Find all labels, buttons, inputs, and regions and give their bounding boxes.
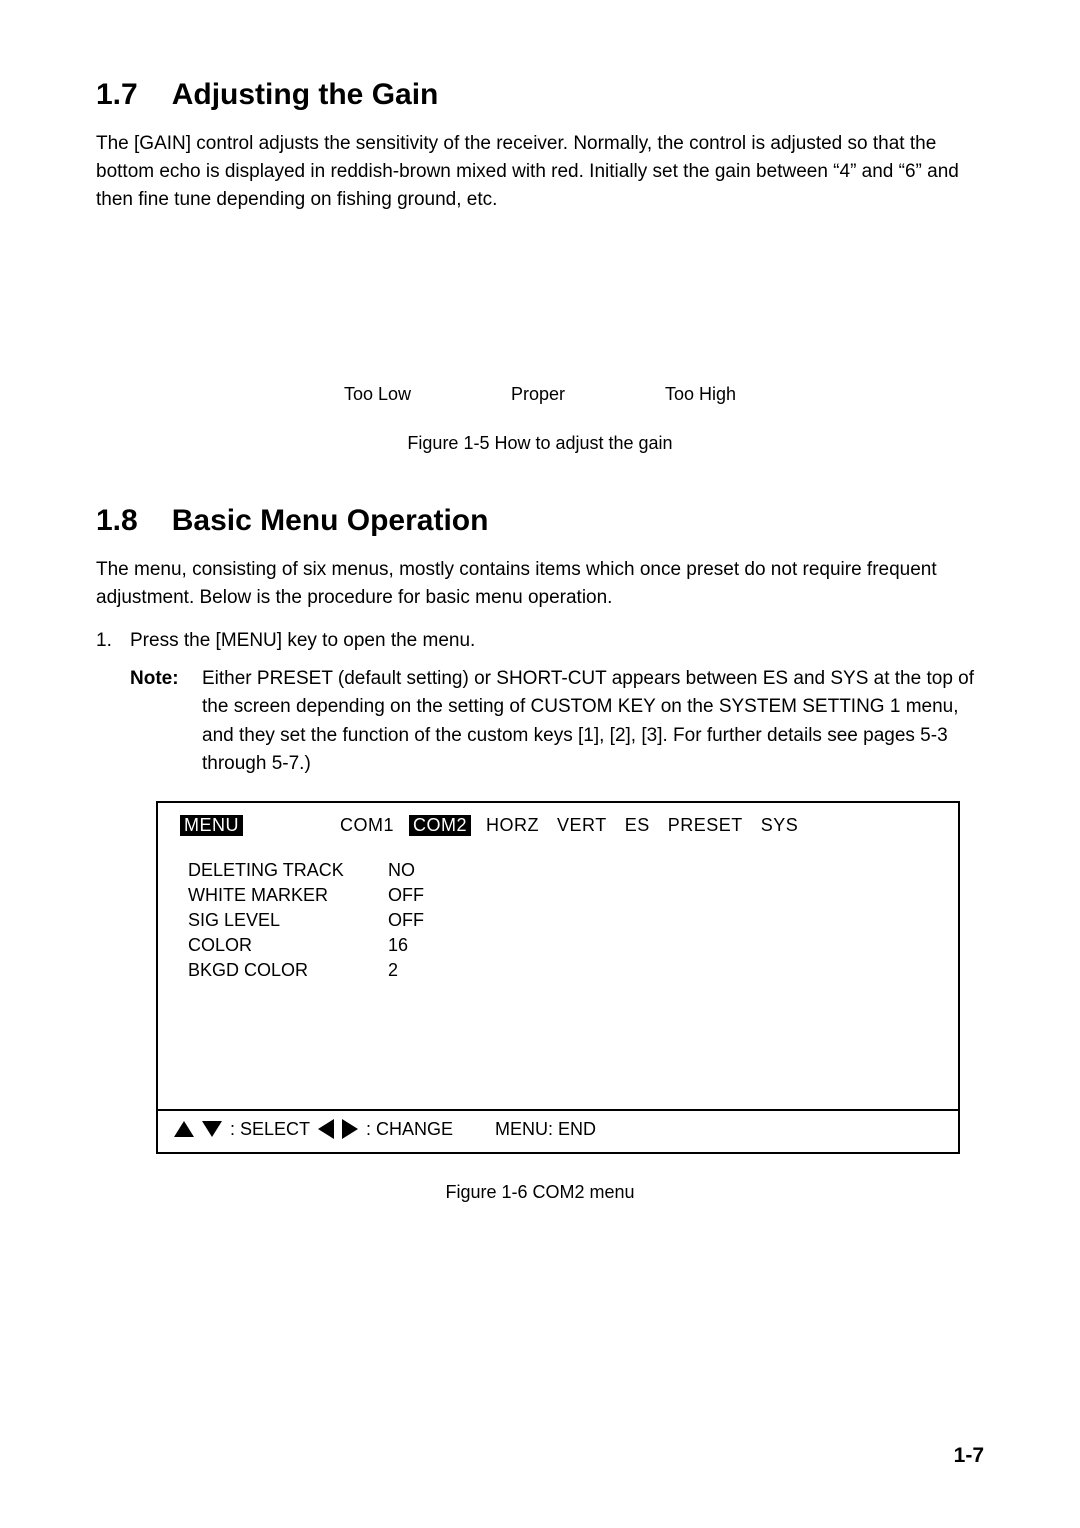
menu-row-val: NO xyxy=(388,860,468,881)
page: 1.7 Adjusting the Gain The [GAIN] contro… xyxy=(0,0,1080,1528)
menu-row: BKGD COLOR 2 xyxy=(188,960,940,981)
menu-row-val: OFF xyxy=(388,885,468,906)
section-1-8-paragraph: The menu, consisting of six menus, mostl… xyxy=(96,556,984,612)
footer-change: : CHANGE xyxy=(366,1119,453,1140)
menu-tab-sys: SYS xyxy=(758,815,802,836)
menu-tab-menu: MENU xyxy=(180,815,243,836)
menu-row: COLOR 16 xyxy=(188,935,940,956)
arrow-up-icon xyxy=(174,1121,194,1137)
menu-row-key: COLOR xyxy=(188,935,388,956)
menu-row: SIG LEVEL OFF xyxy=(188,910,940,931)
menu-row-key: DELETING TRACK xyxy=(188,860,388,881)
arrow-right-icon xyxy=(342,1119,358,1139)
menu-tab-vert: VERT xyxy=(554,815,610,836)
menu-row-val: 16 xyxy=(388,935,468,956)
menu-row-key: BKGD COLOR xyxy=(188,960,388,981)
note-label: Note: xyxy=(130,665,202,779)
menu-settings-list: DELETING TRACK NO WHITE MARKER OFF SIG L… xyxy=(180,860,940,1095)
menu-tab-com1: COM1 xyxy=(337,815,397,836)
gain-label-high: Too High xyxy=(665,384,736,405)
section-title: Basic Menu Operation xyxy=(172,504,489,538)
menu-tab-es: ES xyxy=(622,815,653,836)
menu-row-key: WHITE MARKER xyxy=(188,885,388,906)
page-number: 1-7 xyxy=(954,1444,984,1468)
menu-row: DELETING TRACK NO xyxy=(188,860,940,881)
menu-row: WHITE MARKER OFF xyxy=(188,885,940,906)
gain-label-proper: Proper xyxy=(511,384,565,405)
figure-1-6-caption: Figure 1-6 COM2 menu xyxy=(96,1182,984,1203)
section-title: Adjusting the Gain xyxy=(172,78,439,112)
note-text: Either PRESET (default setting) or SHORT… xyxy=(202,665,984,779)
menu-row-val: OFF xyxy=(388,910,468,931)
menu-tab-horz: HORZ xyxy=(483,815,542,836)
step-number: 1. xyxy=(96,627,130,655)
menu-row-val: 2 xyxy=(388,960,468,981)
arrow-left-icon xyxy=(318,1119,334,1139)
gain-label-low: Too Low xyxy=(344,384,411,405)
figure-1-5-caption: Figure 1-5 How to adjust the gain xyxy=(96,433,984,454)
step-1-note: Note: Either PRESET (default setting) or… xyxy=(96,665,984,779)
menu-tab-preset: PRESET xyxy=(665,815,746,836)
arrow-down-icon xyxy=(202,1121,222,1137)
step-1: 1. Press the [MENU] key to open the menu… xyxy=(96,627,984,655)
menu-row-key: SIG LEVEL xyxy=(188,910,388,931)
menu-top-panel: MENU COM1 COM2 HORZ VERT ES PRESET SYS D… xyxy=(158,803,958,1111)
section-number: 1.8 xyxy=(96,504,138,538)
section-1-7-heading: 1.7 Adjusting the Gain xyxy=(96,78,984,112)
section-number: 1.7 xyxy=(96,78,138,112)
menu-screenshot: MENU COM1 COM2 HORZ VERT ES PRESET SYS D… xyxy=(156,801,960,1154)
section-1-7-paragraph: The [GAIN] control adjusts the sensitivi… xyxy=(96,130,984,214)
figure-1-5-labels: Too Low Proper Too High xyxy=(96,384,984,405)
menu-footer: : SELECT : CHANGE MENU: END xyxy=(158,1111,958,1152)
footer-select: : SELECT xyxy=(230,1119,310,1140)
footer-end: MENU: END xyxy=(495,1119,596,1140)
menu-tab-row: MENU COM1 COM2 HORZ VERT ES PRESET SYS xyxy=(180,815,940,836)
section-1-8-heading: 1.8 Basic Menu Operation xyxy=(96,504,984,538)
step-text: Press the [MENU] key to open the menu. xyxy=(130,627,984,655)
menu-tab-com2: COM2 xyxy=(409,815,471,836)
